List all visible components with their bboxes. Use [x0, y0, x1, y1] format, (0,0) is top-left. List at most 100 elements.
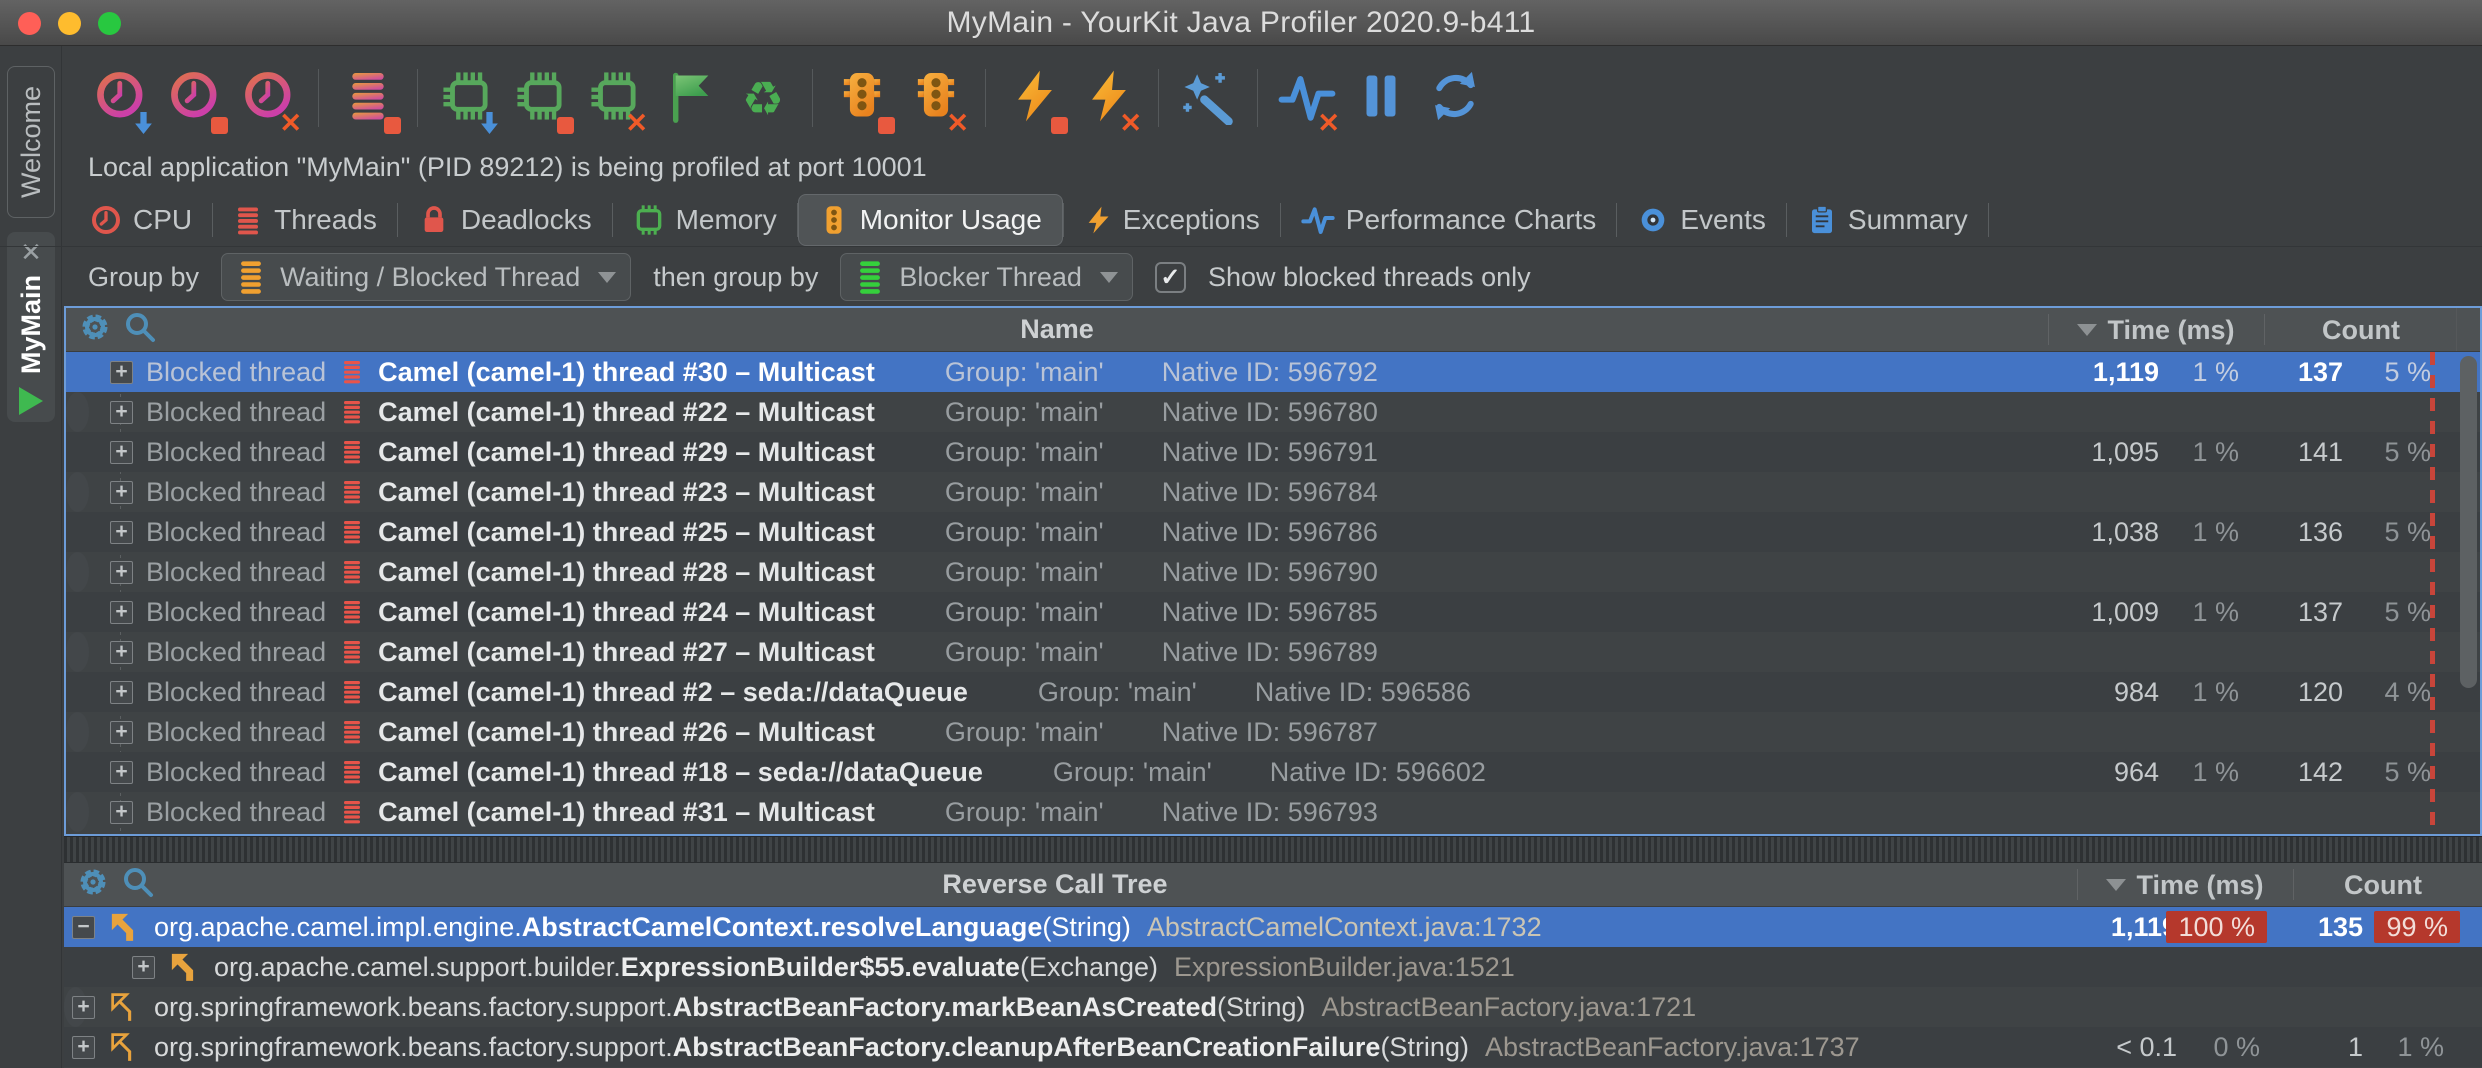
stop-cpu-profiling-button[interactable]	[164, 60, 226, 136]
stop-thread-telemetry-button[interactable]	[337, 60, 399, 136]
name-column-header[interactable]: Name	[66, 314, 2048, 345]
expand-icon[interactable]: +	[110, 441, 133, 464]
tab-memory[interactable]: Memory	[613, 194, 797, 246]
reverse-tree-row[interactable]: + org.springframework.beans.factory.supp…	[64, 987, 87, 1027]
expand-icon[interactable]: +	[110, 401, 133, 424]
tab-summary[interactable]: Summary	[1787, 194, 1988, 246]
panel-splitter[interactable]	[64, 836, 2482, 862]
expand-icon[interactable]: +	[110, 361, 133, 384]
expand-icon[interactable]: +	[110, 761, 133, 784]
tab-exceptions[interactable]: Exceptions	[1064, 194, 1280, 246]
monitor-table-row[interactable]: +Blocked threadCamel (camel-1) thread #2…	[66, 632, 89, 672]
method-args: (String)	[1380, 1032, 1469, 1063]
monitor-table-row[interactable]: +Blocked threadCamel (camel-1) thread #2…	[66, 592, 2480, 632]
count-column-header[interactable]: Count	[2264, 308, 2458, 352]
expand-icon[interactable]: +	[110, 521, 133, 544]
thread-name: Camel (camel-1) thread #26 – Multicast	[378, 717, 875, 748]
clear-telemetry-button[interactable]: ✕	[1276, 60, 1338, 136]
clear-cpu-data-button[interactable]: ✕	[238, 60, 300, 136]
monitor-table-row[interactable]: +Blocked threadCamel (camel-1) thread #2…	[66, 432, 2480, 472]
clear-monitor-data-button[interactable]: ✕	[905, 60, 967, 136]
group-by-value: Waiting / Blocked Thread	[280, 262, 580, 293]
expand-icon[interactable]: +	[110, 801, 133, 824]
start-allocation-recording-button[interactable]	[436, 60, 498, 136]
expand-icon[interactable]: +	[110, 681, 133, 704]
reverse-tree-row[interactable]: + org.springframework.beans.factory.supp…	[64, 1027, 2482, 1067]
time-column-header[interactable]: Time (ms)	[2048, 308, 2264, 352]
inspections-button[interactable]	[1177, 60, 1239, 136]
method-member: AbstractBeanFactory.markBeanAsCreated	[673, 992, 1217, 1023]
thread-state-label: Blocked thread	[146, 797, 326, 828]
thread-state-label: Blocked thread	[146, 477, 326, 508]
pulseSmall-icon	[1301, 204, 1335, 236]
time-column-header[interactable]: Time (ms)	[2077, 863, 2293, 907]
sort-descending-icon	[2106, 879, 2126, 891]
monitor-table-row[interactable]: +Blocked threadCamel (camel-1) thread #3…	[66, 352, 2480, 392]
refresh-button[interactable]	[1424, 60, 1486, 136]
expand-icon[interactable]: +	[72, 1036, 95, 1059]
close-window-button[interactable]	[18, 12, 41, 35]
monitor-table-row[interactable]: +Blocked threadCamel (camel-1) thread #2…	[66, 472, 89, 512]
time-value: 1,095	[2091, 437, 2159, 468]
monitor-table-rows: +Blocked threadCamel (camel-1) thread #3…	[66, 352, 2480, 834]
tab-deadlocks[interactable]: Deadlocks	[398, 194, 612, 246]
monitor-table-row[interactable]: + Blocked thread Camel (camel-1) thread #1…	[66, 752, 2480, 792]
tab-cpu[interactable]: CPU	[70, 194, 212, 246]
vertical-scrollbar[interactable]	[2460, 356, 2477, 688]
group-by-dropdown[interactable]: Waiting / Blocked Thread	[221, 253, 631, 301]
sidebar-tab-welcome[interactable]: Welcome	[7, 66, 55, 218]
thread-state-label: Blocked thread	[146, 757, 326, 788]
show-blocked-threads-checkbox[interactable]: ✓	[1155, 262, 1186, 293]
thread-group: Group: 'main'	[945, 477, 1104, 508]
thread-state-label: Blocked thread	[146, 597, 326, 628]
stop-allocation-recording-button[interactable]	[510, 60, 572, 136]
reverse-tree-row[interactable]: + org.apache.camel.support.builder.Expre…	[64, 947, 2482, 987]
monitor-table-row[interactable]: +Blocked threadCamel (camel-1) thread #2…	[66, 392, 89, 432]
monitor-table-row[interactable]: +Blocked threadCamel (camel-1) thread #2…	[66, 672, 2480, 712]
group-by-label: Group by	[88, 262, 199, 293]
thread-red-icon	[340, 397, 364, 427]
monitor-table-row[interactable]: +Blocked threadCamel (camel-1) thread #2…	[66, 712, 89, 752]
expand-icon[interactable]: −	[72, 916, 95, 939]
capture-memory-snapshot-button[interactable]	[658, 60, 720, 136]
monitor-table-row[interactable]: +Blocked threadCamel (camel-1) thread #3…	[66, 792, 89, 832]
clear-allocation-data-button[interactable]: ✕	[584, 60, 646, 136]
thread-state-label: Blocked thread	[146, 717, 326, 748]
expand-icon[interactable]: +	[72, 996, 95, 1019]
method-args: (String)	[1217, 992, 1306, 1023]
thread-red-icon	[340, 597, 364, 627]
expand-icon[interactable]: +	[110, 481, 133, 504]
tab-monitor-usage[interactable]: Monitor Usage	[798, 194, 1063, 246]
minimize-window-button[interactable]	[58, 12, 81, 35]
stop-monitor-profiling-button[interactable]	[831, 60, 893, 136]
method-package: org.apache.camel.impl.engine.	[154, 912, 522, 943]
then-group-by-dropdown[interactable]: Blocker Thread	[840, 253, 1133, 301]
thread-red-icon	[340, 677, 364, 707]
thread-name: Camel (camel-1) thread #18 – seda://data…	[378, 757, 983, 788]
thread-red-icon	[340, 517, 364, 547]
barsSmall-icon	[233, 204, 263, 236]
expand-icon[interactable]: +	[110, 721, 133, 744]
count-column-header[interactable]: Count	[2293, 863, 2473, 907]
close-session-icon[interactable]: ✕	[20, 239, 42, 265]
tab-threads[interactable]: Threads	[213, 194, 397, 246]
tab-events[interactable]: Events	[1617, 194, 1786, 246]
reverse-tree-row[interactable]: − org.apache.camel.impl.engine.AbstractC…	[64, 907, 2482, 947]
sidebar-tab-mymain[interactable]: ✕ MyMain	[7, 232, 55, 422]
method-member: AbstractBeanFactory.cleanupAfterBeanCrea…	[673, 1032, 1381, 1063]
clear-exception-data-button[interactable]: ✕	[1078, 60, 1140, 136]
pause-button[interactable]	[1350, 60, 1412, 136]
time-percent-hot-badge: 100 %	[2166, 911, 2267, 943]
zoom-window-button[interactable]	[98, 12, 121, 35]
expand-icon[interactable]: +	[110, 641, 133, 664]
force-gc-button[interactable]: ♻	[732, 60, 794, 136]
monitor-table-row[interactable]: +Blocked threadCamel (camel-1) thread #2…	[66, 552, 89, 592]
start-cpu-profiling-button[interactable]	[90, 60, 152, 136]
stop-badge-icon	[557, 117, 574, 134]
expand-icon[interactable]: +	[110, 601, 133, 624]
tab-performance-charts[interactable]: Performance Charts	[1281, 194, 1617, 246]
monitor-table-row[interactable]: +Blocked threadCamel (camel-1) thread #2…	[66, 512, 2480, 552]
expand-icon[interactable]: +	[110, 561, 133, 584]
expand-icon[interactable]: +	[132, 956, 155, 979]
stop-exception-profiling-button[interactable]	[1004, 60, 1066, 136]
